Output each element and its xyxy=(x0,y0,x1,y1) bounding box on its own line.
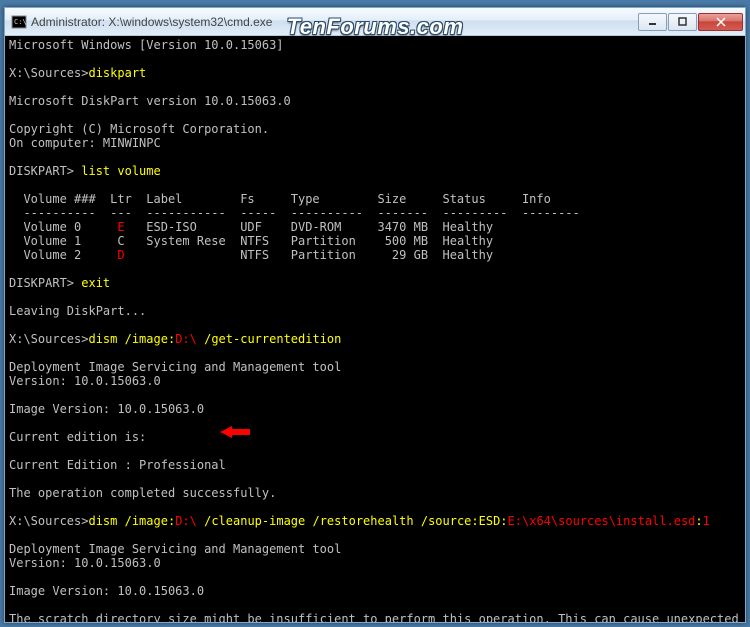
output-line: On computer: MINWINPC xyxy=(9,136,161,150)
output-line: Image Version: 10.0.15063.0 xyxy=(9,584,204,598)
terminal-output[interactable]: Microsoft Windows [Version 10.0.15063] X… xyxy=(5,36,745,622)
table-row: NTFS Partition 29 GB Healthy xyxy=(125,248,493,262)
output-line: Image Version: 10.0.15063.0 xyxy=(9,402,204,416)
command-text: /get-currentedition xyxy=(197,332,342,346)
svg-text:C:\: C:\ xyxy=(14,18,27,26)
cmd-icon: C:\ xyxy=(11,14,27,30)
output-line: Microsoft DiskPart version 10.0.15063.0 xyxy=(9,94,291,108)
diskpart-prompt: DISKPART> xyxy=(9,164,81,178)
window-title: Administrator: X:\windows\system32\cmd.e… xyxy=(31,15,637,29)
titlebar[interactable]: C:\ Administrator: X:\windows\system32\c… xyxy=(5,8,745,36)
drive-letter: C xyxy=(117,234,124,248)
table-row: Volume 1 xyxy=(9,234,117,248)
output-line: Deployment Image Servicing and Managemen… xyxy=(9,542,341,556)
table-row: System Rese NTFS Partition 500 MB Health… xyxy=(125,234,493,248)
command-text: list volume xyxy=(81,164,160,178)
output-line: Leaving DiskPart... xyxy=(9,304,146,318)
output-line: Current edition is: xyxy=(9,430,146,444)
output-line: The scratch directory size might be insu… xyxy=(9,612,745,622)
table-row: Volume 2 xyxy=(9,248,117,262)
command-text: exit xyxy=(81,276,110,290)
table-row: ESD-ISO UDF DVD-ROM 3470 MB Healthy xyxy=(125,220,493,234)
command-arg: D:\ xyxy=(175,332,197,346)
command-text: dism /image: xyxy=(88,514,175,528)
table-divider: ---------- --- ----------- ----- -------… xyxy=(9,206,580,220)
minimize-button[interactable] xyxy=(638,13,667,31)
table-row: Volume 0 xyxy=(9,220,117,234)
command-text: : xyxy=(695,514,702,528)
output-line: Deployment Image Servicing and Managemen… xyxy=(9,360,341,374)
output-line: Version: 10.0.15063.0 xyxy=(9,374,161,388)
command-text: /cleanup-image /restorehealth /source:ES… xyxy=(197,514,508,528)
command-arg: 1 xyxy=(703,514,710,528)
drive-letter: E xyxy=(117,220,124,234)
command-text: dism /image: xyxy=(88,332,175,346)
current-edition-line: Current Edition : Professional xyxy=(9,458,226,472)
command-text: diskpart xyxy=(88,66,146,80)
prompt-path: X:\Sources> xyxy=(9,332,88,346)
command-arg: E:\x64\sources\install.esd xyxy=(508,514,696,528)
maximize-button[interactable] xyxy=(668,13,697,31)
command-prompt-window: C:\ Administrator: X:\windows\system32\c… xyxy=(4,7,746,623)
command-arg: D:\ xyxy=(175,514,197,528)
prompt-path: X:\Sources> xyxy=(9,514,88,528)
output-line: The operation completed successfully. xyxy=(9,486,276,500)
table-header: Volume ### Ltr Label Fs Type Size Status… xyxy=(9,192,551,206)
diskpart-prompt: DISKPART> xyxy=(9,276,81,290)
prompt-path: X:\Sources> xyxy=(9,66,88,80)
output-line: Copyright (C) Microsoft Corporation. xyxy=(9,122,269,136)
drive-letter: D xyxy=(117,248,124,262)
output-line: Microsoft Windows [Version 10.0.15063] xyxy=(9,38,284,52)
close-button[interactable] xyxy=(698,13,743,31)
output-line: Version: 10.0.15063.0 xyxy=(9,556,161,570)
window-controls xyxy=(637,13,743,31)
